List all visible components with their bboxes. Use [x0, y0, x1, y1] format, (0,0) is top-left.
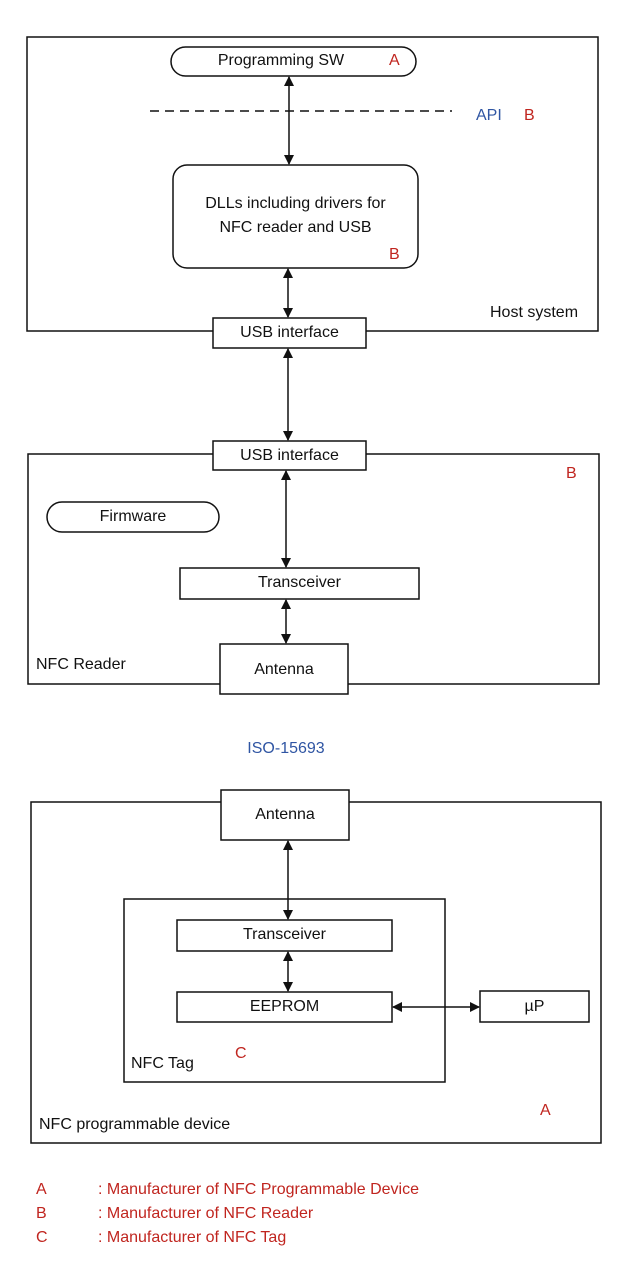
- reader-transceiver-label: Transceiver: [258, 574, 341, 591]
- nfc-tag-tag: C: [235, 1045, 247, 1062]
- legend-item: C : Manufacturer of NFC Tag: [36, 1228, 286, 1248]
- nfc-device-frame: [30, 801, 602, 1144]
- dlls-label-line1: DLLs including drivers for: [205, 195, 386, 212]
- tag-transceiver-label: Transceiver: [243, 926, 326, 943]
- legend-key: B: [36, 1205, 47, 1222]
- host-usb-interface-label: USB interface: [240, 324, 339, 341]
- nfc-device-label: NFC programmable device: [39, 1116, 231, 1133]
- diagram-canvas: [26, 36, 602, 1144]
- dlls-tag: B: [389, 246, 400, 263]
- programming-sw-tag: A: [389, 52, 400, 69]
- legend-key: C: [36, 1229, 48, 1246]
- legend-key: A: [36, 1181, 47, 1198]
- dlls-label-line2: NFC reader and USB: [219, 219, 372, 236]
- firmware-label: Firmware: [99, 508, 167, 525]
- nfc-device-tag: A: [540, 1102, 551, 1119]
- programming-sw-label: Programming SW: [217, 52, 345, 69]
- nfc-tag-label: NFC Tag: [131, 1055, 194, 1072]
- microprocessor-label: µP: [524, 998, 545, 1015]
- device-antenna-label: Antenna: [255, 806, 315, 823]
- dlls-box: [172, 164, 419, 269]
- legend-text: : Manufacturer of NFC Reader: [98, 1205, 314, 1222]
- legend-text: : Manufacturer of NFC Tag: [98, 1229, 287, 1246]
- host-system-label: Host system: [490, 304, 579, 321]
- nfc-reader-tag: B: [566, 465, 577, 482]
- api-label: API: [476, 107, 502, 124]
- protocol-label: ISO-15693: [247, 740, 325, 757]
- nfc-reader-label: NFC Reader: [36, 656, 126, 673]
- reader-antenna-label: Antenna: [254, 661, 314, 678]
- reader-usb-interface-label: USB interface: [240, 447, 339, 464]
- eeprom-label: EEPROM: [249, 998, 320, 1015]
- legend-text: : Manufacturer of NFC Programmable Devic…: [98, 1181, 419, 1198]
- legend-item: B : Manufacturer of NFC Reader: [36, 1204, 313, 1224]
- api-tag: B: [524, 107, 535, 124]
- legend-item: A : Manufacturer of NFC Programmable Devi…: [36, 1180, 419, 1200]
